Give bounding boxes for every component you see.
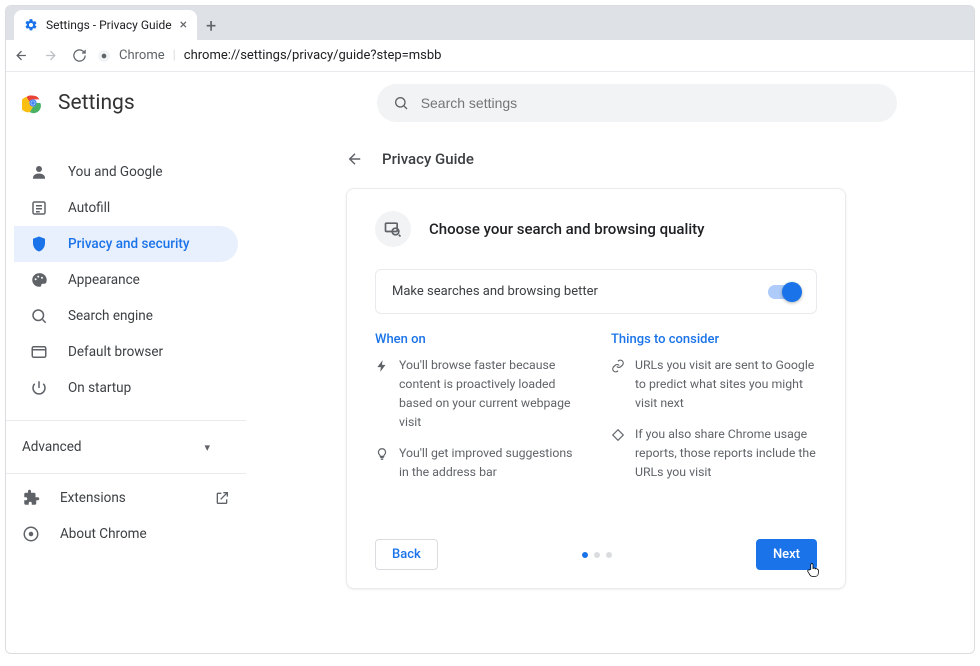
- toggle-switch[interactable]: [768, 285, 800, 299]
- divider: [6, 473, 246, 474]
- sidebar-label: On startup: [68, 380, 131, 396]
- when-on-title: When on: [375, 332, 581, 347]
- url-path: chrome://settings/privacy/guide?step=msb…: [184, 48, 442, 63]
- app-title: Settings: [58, 91, 135, 115]
- page-title: Privacy Guide: [382, 150, 474, 168]
- search-icon: [393, 95, 409, 111]
- sidebar-label: Privacy and security: [68, 236, 190, 252]
- forward-icon[interactable]: [43, 48, 58, 63]
- close-icon[interactable]: ×: [180, 17, 187, 33]
- browser-tab[interactable]: Settings - Privacy Guide ×: [14, 10, 197, 40]
- card-title: Choose your search and browsing quality: [429, 220, 704, 238]
- sidebar-advanced[interactable]: Advanced ▾: [6, 427, 246, 467]
- benefit-item: You'll browse faster because content is …: [375, 357, 581, 433]
- consider-text: If you also share Chrome usage reports, …: [635, 426, 817, 483]
- sidebar-item-search-engine[interactable]: Search engine: [14, 298, 238, 334]
- sidebar: You and Google Autofill Privacy and secu…: [6, 130, 246, 653]
- sidebar-label: About Chrome: [60, 526, 147, 542]
- link-icon: [611, 359, 625, 373]
- sidebar-label: Appearance: [68, 272, 140, 288]
- sidebar-label: Extensions: [60, 490, 126, 506]
- search-bar[interactable]: [377, 84, 897, 122]
- sidebar-item-on-startup[interactable]: On startup: [14, 370, 238, 406]
- person-icon: [30, 163, 48, 181]
- address-bar[interactable]: Chrome | chrome://settings/privacy/guide…: [97, 48, 441, 63]
- sidebar-label: Search engine: [68, 308, 153, 324]
- main-content: Privacy Guide Choose your search and bro…: [246, 130, 974, 653]
- benefit-text: You'll get improved suggestions in the a…: [399, 445, 581, 483]
- search-quality-icon: [375, 211, 411, 247]
- sidebar-item-you-and-google[interactable]: You and Google: [14, 154, 238, 190]
- sidebar-label: Autofill: [68, 200, 110, 216]
- privacy-card: Choose your search and browsing quality …: [346, 188, 846, 589]
- settings-app: Settings You and Google Autofill: [6, 72, 974, 653]
- back-icon[interactable]: [14, 48, 29, 63]
- consider-title: Things to consider: [611, 332, 817, 347]
- browser-window: Settings - Privacy Guide × + Chrome | ch…: [5, 5, 975, 654]
- cursor-hand-icon: [804, 561, 822, 579]
- diamond-icon: [611, 428, 625, 442]
- step-dots: [582, 552, 612, 558]
- consider-item: URLs you visit are sent to Google to pre…: [611, 357, 817, 414]
- search-icon: [30, 307, 48, 325]
- sidebar-item-autofill[interactable]: Autofill: [14, 190, 238, 226]
- autofill-icon: [30, 199, 48, 217]
- sidebar-label: Advanced: [22, 439, 82, 455]
- dot-active: [582, 552, 588, 558]
- toggle-label: Make searches and browsing better: [392, 284, 598, 299]
- dot: [606, 552, 612, 558]
- sidebar-item-about[interactable]: About Chrome: [6, 516, 246, 552]
- sidebar-item-appearance[interactable]: Appearance: [14, 262, 238, 298]
- extension-icon: [22, 489, 40, 507]
- dot: [594, 552, 600, 558]
- toolbar: Chrome | chrome://settings/privacy/guide…: [6, 40, 974, 72]
- new-tab-button[interactable]: +: [197, 12, 225, 40]
- benefit-text: You'll browse faster because content is …: [399, 357, 581, 433]
- toggle-row: Make searches and browsing better: [375, 269, 817, 314]
- bolt-icon: [375, 359, 389, 373]
- chrome-lock-icon: [97, 49, 111, 63]
- back-button[interactable]: Back: [375, 539, 438, 570]
- power-icon: [30, 379, 48, 397]
- consider-item: If you also share Chrome usage reports, …: [611, 426, 817, 483]
- consider-text: URLs you visit are sent to Google to pre…: [635, 357, 817, 414]
- gear-icon: [24, 18, 38, 32]
- tab-strip: Settings - Privacy Guide × +: [6, 6, 974, 40]
- sidebar-item-default-browser[interactable]: Default browser: [14, 334, 238, 370]
- chevron-down-icon: ▾: [204, 441, 210, 454]
- browser-icon: [30, 343, 48, 361]
- tab-title: Settings - Privacy Guide: [46, 18, 172, 32]
- next-button[interactable]: Next: [756, 539, 817, 570]
- chrome-logo-icon: [22, 92, 44, 114]
- reload-icon[interactable]: [72, 48, 87, 63]
- sidebar-item-extensions[interactable]: Extensions: [6, 480, 246, 516]
- search-input[interactable]: [421, 95, 881, 111]
- sidebar-item-privacy[interactable]: Privacy and security: [14, 226, 238, 262]
- benefit-item: You'll get improved suggestions in the a…: [375, 445, 581, 483]
- shield-icon: [30, 235, 48, 253]
- lightbulb-icon: [375, 447, 389, 461]
- palette-icon: [30, 271, 48, 289]
- sidebar-label: You and Google: [68, 164, 163, 180]
- external-link-icon: [214, 490, 230, 506]
- sidebar-label: Default browser: [68, 344, 163, 360]
- chrome-icon: [22, 525, 40, 543]
- url-host: Chrome: [119, 48, 165, 63]
- back-arrow-icon[interactable]: [346, 150, 364, 168]
- divider: [6, 420, 246, 421]
